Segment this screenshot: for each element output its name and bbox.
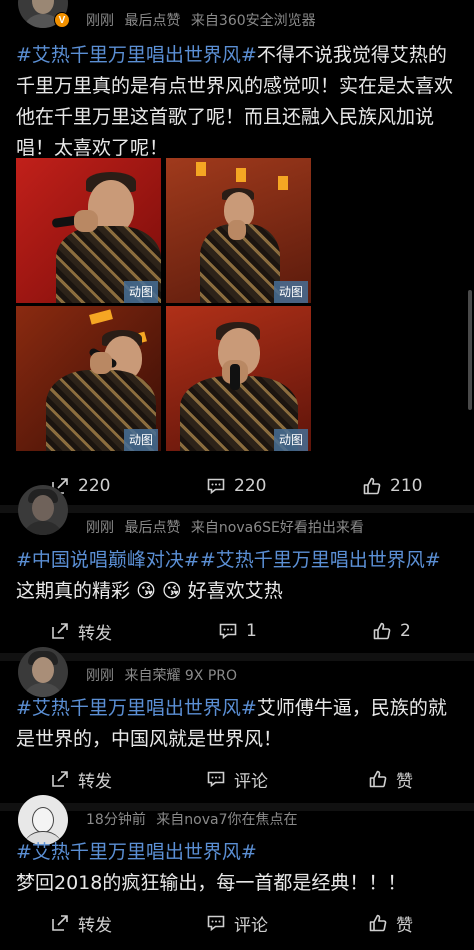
verified-badge-icon: V [54, 12, 70, 28]
like-icon [369, 770, 387, 788]
avatar[interactable] [18, 647, 68, 697]
comment-button[interactable]: 评论 [206, 903, 268, 943]
repost-icon [52, 771, 68, 787]
comment-button[interactable]: 220 [206, 466, 266, 506]
gif-image[interactable]: 动图 [16, 306, 161, 451]
gif-image[interactable]: 动图 [166, 158, 311, 303]
like-button[interactable]: 2 [372, 611, 411, 651]
repost-count: 220 [78, 476, 111, 496]
like-icon [369, 914, 387, 932]
post-time: 刚刚 [86, 520, 114, 536]
repost-button[interactable]: 转发 [50, 611, 112, 651]
post-source: 来自360安全浏览器 [190, 13, 316, 29]
post-time: 刚刚 [86, 13, 114, 29]
comment-count: 1 [246, 621, 257, 641]
post-card-1: V 刚刚 最后点赞 来自360安全浏览器 #艾热千里万里唱出世界风#不得不说我觉… [0, 0, 474, 505]
post-card-4: 18分钟前 来自nova7你在焦点在 #艾热千里万里唱出世界风# 梦回2018的… [0, 795, 474, 950]
like-count: 2 [400, 621, 411, 641]
comment-button[interactable]: 评论 [206, 759, 268, 799]
repost-icon [52, 623, 68, 639]
post-time: 刚刚 [86, 668, 114, 684]
kiss-emoji-icon: 😘 [161, 580, 182, 602]
gif-image[interactable]: 动图 [16, 158, 161, 303]
gif-image[interactable]: 动图 [166, 306, 311, 451]
like-label: 赞 [396, 771, 413, 792]
like-icon [363, 477, 381, 495]
like-icon [373, 622, 391, 640]
comment-count: 220 [234, 476, 267, 496]
like-count: 210 [390, 476, 423, 496]
topic-link[interactable]: #中国说唱巅峰对决##艾热千里万里唱出世界风# [16, 549, 441, 571]
post-meta: 18分钟前 来自nova7你在焦点在 [86, 809, 304, 829]
like-label: 赞 [396, 915, 413, 936]
gif-badge: 动图 [124, 281, 158, 303]
repost-icon [52, 915, 68, 931]
post-meta: 刚刚 最后点赞 来自nova6SE好看拍出来看 [86, 517, 370, 537]
post-body: 梦回2018的疯狂输出，每一首都是经典！！！ [16, 872, 407, 894]
action-bar: 220 220 210 [0, 466, 474, 506]
action-bar: 转发 1 2 [0, 611, 474, 651]
post-time: 18分钟前 [86, 812, 146, 828]
post-text: #艾热千里万里唱出世界风#不得不说我觉得艾热的千里万里真的是有点世界风的感觉呗！… [16, 40, 458, 164]
post-meta: 刚刚 来自荣耀 9X PRO [86, 665, 243, 685]
repost-button[interactable]: 转发 [50, 903, 112, 943]
like-button[interactable]: 210 [362, 466, 422, 506]
divider [0, 505, 474, 513]
repost-label: 转发 [78, 623, 112, 644]
topic-link[interactable]: #艾热千里万里唱出世界风# [16, 697, 257, 719]
last-liked: 最后点赞 [124, 520, 181, 536]
action-bar: 转发 评论 赞 [0, 759, 474, 799]
post-text: #中国说唱巅峰对决##艾热千里万里唱出世界风# 这期真的精彩 😘 😘 好喜欢艾热 [16, 545, 458, 607]
post-card-3: 刚刚 来自荣耀 9X PRO #艾热千里万里唱出世界风#艾师傅牛逼，民族的就是世… [0, 647, 474, 803]
comment-icon [207, 915, 225, 932]
action-bar: 转发 评论 赞 [0, 903, 474, 943]
post-source: 来自nova7你在焦点在 [156, 812, 298, 828]
comment-icon [207, 771, 225, 788]
post-source: 来自荣耀 9X PRO [124, 668, 238, 684]
like-button[interactable]: 赞 [368, 759, 413, 799]
scrollbar[interactable] [468, 290, 472, 410]
kiss-emoji-icon: 😘 [136, 580, 156, 602]
avatar[interactable] [18, 485, 68, 535]
last-liked: 最后点赞 [124, 13, 181, 29]
gif-badge: 动图 [124, 429, 158, 451]
post-meta: 刚刚 最后点赞 来自360安全浏览器 [86, 10, 322, 30]
divider [0, 653, 474, 661]
topic-link[interactable]: #艾热千里万里唱出世界风# [16, 841, 257, 863]
post-body: 这期真的精彩 [16, 580, 131, 602]
repost-button[interactable]: 转发 [50, 759, 112, 799]
post-card-2: 刚刚 最后点赞 来自nova6SE好看拍出来看 #中国说唱巅峰对决##艾热千里万… [0, 485, 474, 653]
comment-label: 评论 [234, 771, 268, 792]
post-source: 来自nova6SE好看拍出来看 [190, 520, 364, 536]
repost-label: 转发 [78, 771, 112, 792]
like-button[interactable]: 赞 [368, 903, 413, 943]
gif-badge: 动图 [274, 281, 308, 303]
post-text: #艾热千里万里唱出世界风# 梦回2018的疯狂输出，每一首都是经典！！！ [16, 837, 458, 899]
topic-link[interactable]: #艾热千里万里唱出世界风# [16, 44, 257, 66]
repost-label: 转发 [78, 915, 112, 936]
comment-icon [219, 623, 237, 640]
comment-button[interactable]: 1 [218, 611, 257, 651]
comment-icon [207, 478, 225, 495]
gif-badge: 动图 [274, 429, 308, 451]
comment-label: 评论 [234, 915, 268, 936]
post-body-tail: 好喜欢艾热 [187, 580, 283, 602]
post-text: #艾热千里万里唱出世界风#艾师傅牛逼，民族的就是世界的，中国风就是世界风！ [16, 693, 458, 755]
